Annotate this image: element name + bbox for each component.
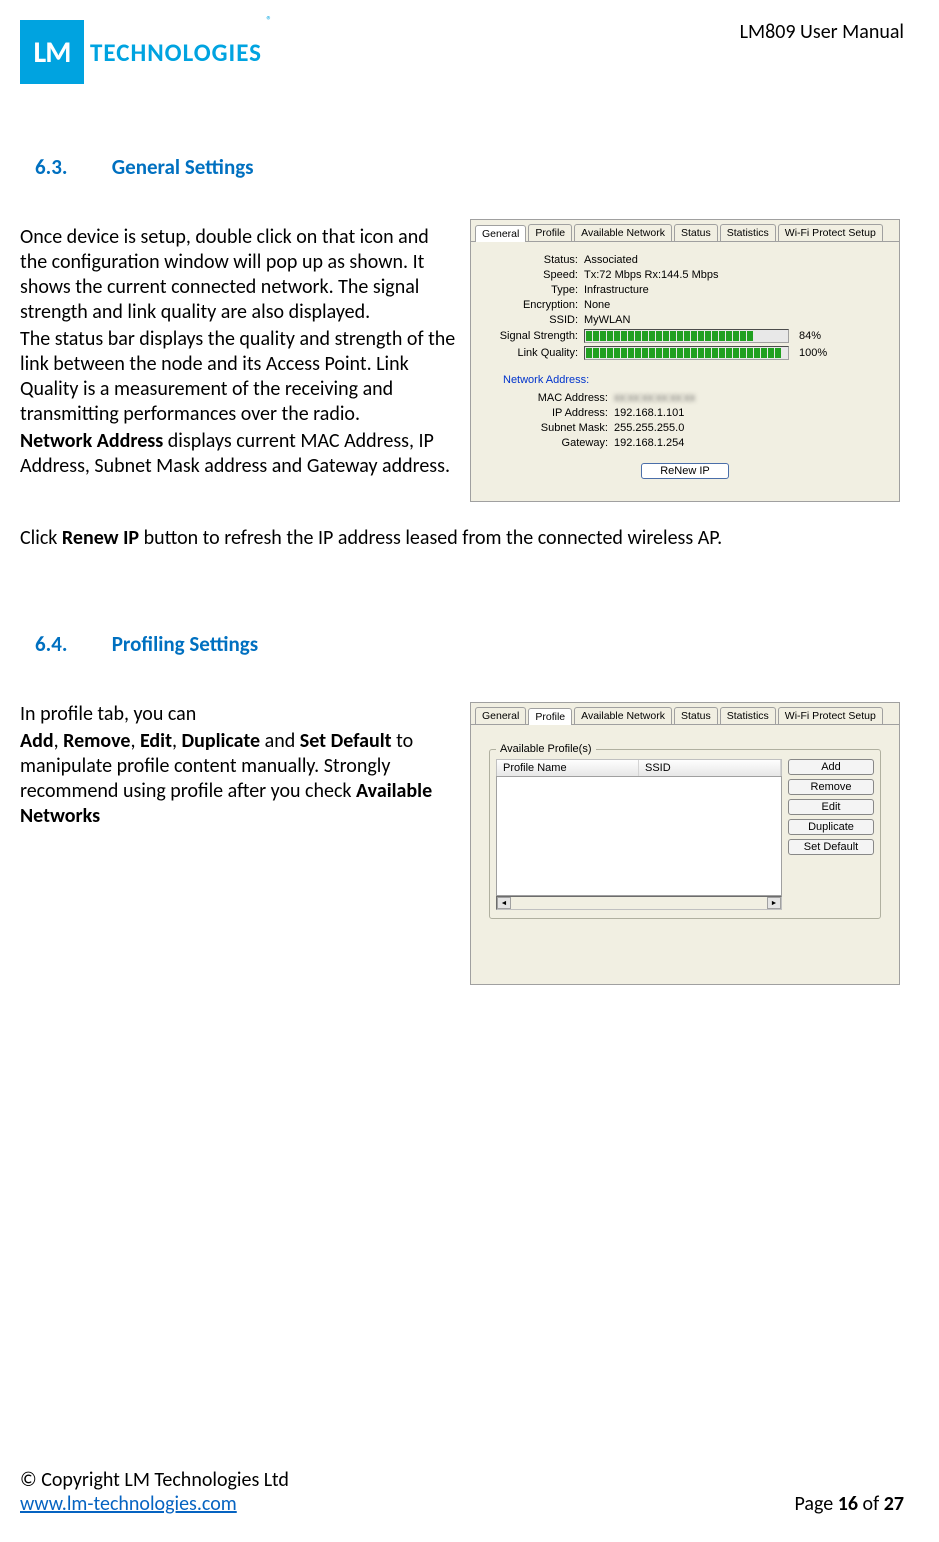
encryption-value: None <box>584 299 610 311</box>
gateway-label: Gateway: <box>513 437 608 449</box>
tab-wps[interactable]: Wi-Fi Protect Setup <box>778 707 883 724</box>
status-value: Associated <box>584 254 638 266</box>
section-64-intro: In profile tab, you can <box>20 702 460 727</box>
section-63-para1: Once device is setup, double click on th… <box>20 225 460 325</box>
copyright: © Copyright LM Technologies Ltd <box>20 1468 289 1492</box>
link-quality-bar <box>584 346 789 360</box>
ip-value: 192.168.1.101 <box>614 407 684 419</box>
set-default-button[interactable]: Set Default <box>788 839 874 855</box>
section-63-para4: Click Renew IP button to refresh the IP … <box>20 526 904 551</box>
type-value: Infrastructure <box>584 284 649 296</box>
column-profile-name[interactable]: Profile Name <box>497 760 639 776</box>
tab-general[interactable]: General <box>475 707 526 724</box>
logo: LM TECHNOLOGIES ® <box>20 20 262 84</box>
profile-list[interactable]: Profile Name SSID ◄ ► <box>496 759 782 910</box>
document-title: LM809 User Manual <box>740 20 904 44</box>
subnet-value: 255.255.255.0 <box>614 422 684 434</box>
speed-value: Tx:72 Mbps Rx:144.5 Mbps <box>584 269 719 281</box>
ssid-label: SSID: <box>483 314 578 326</box>
mac-value: xx:xx:xx:xx:xx:xx <box>614 392 695 404</box>
horizontal-scrollbar[interactable]: ◄ ► <box>496 896 782 910</box>
registered-icon: ® <box>266 14 272 27</box>
renew-ip-button[interactable]: ReNew IP <box>641 463 729 479</box>
encryption-label: Encryption: <box>483 299 578 311</box>
edit-button[interactable]: Edit <box>788 799 874 815</box>
tab-profile[interactable]: Profile <box>528 708 572 725</box>
ssid-value: MyWLAN <box>584 314 630 326</box>
add-button[interactable]: Add <box>788 759 874 775</box>
section-64-body: In profile tab, you can Add, Remove, Edi… <box>20 702 460 831</box>
page-footer: © Copyright LM Technologies Ltd www.lm-t… <box>20 1468 904 1516</box>
link-percent: 100% <box>799 347 827 359</box>
tab-profile[interactable]: Profile <box>528 224 572 241</box>
page-header: LM TECHNOLOGIES ® LM809 User Manual <box>20 20 904 84</box>
duplicate-button[interactable]: Duplicate <box>788 819 874 835</box>
type-label: Type: <box>483 284 578 296</box>
available-profiles-group: Available Profile(s) Profile Name SSID ◄… <box>489 743 881 919</box>
tab-wps[interactable]: Wi-Fi Protect Setup <box>778 224 883 241</box>
available-profiles-legend: Available Profile(s) <box>496 743 596 755</box>
tab-general[interactable]: General <box>475 225 526 242</box>
section-64-para: Add, Remove, Edit, Duplicate and Set Def… <box>20 729 460 829</box>
section-63-heading: 6.3. General Settings <box>35 154 904 180</box>
logo-mark: LM <box>20 20 84 84</box>
tab-status[interactable]: Status <box>674 224 718 241</box>
network-address-title: Network Address: <box>503 374 887 386</box>
section-63-number: 6.3. <box>35 154 107 180</box>
scroll-left-icon[interactable]: ◄ <box>497 897 511 909</box>
section-63-body: Once device is setup, double click on th… <box>20 225 460 481</box>
scroll-right-icon[interactable]: ► <box>767 897 781 909</box>
section-63-para2: The status bar displays the quality and … <box>20 327 460 427</box>
tab-strip: General Profile Available Network Status… <box>471 703 899 724</box>
website-link[interactable]: www.lm-technologies.com <box>20 1492 237 1516</box>
column-ssid[interactable]: SSID <box>639 760 781 776</box>
tab-status[interactable]: Status <box>674 707 718 724</box>
section-63-title: General Settings <box>112 154 254 180</box>
section-63-para3: Network Address displays current MAC Add… <box>20 429 460 479</box>
tab-available-network[interactable]: Available Network <box>574 707 672 724</box>
page-number: Page 16 of 27 <box>795 1492 904 1516</box>
ip-label: IP Address: <box>513 407 608 419</box>
signal-label: Signal Strength: <box>483 330 578 342</box>
remove-button[interactable]: Remove <box>788 779 874 795</box>
mac-label: MAC Address: <box>513 392 608 404</box>
section-64-title: Profiling Settings <box>112 631 258 657</box>
logo-word: TECHNOLOGIES <box>90 40 262 65</box>
tab-available-network[interactable]: Available Network <box>574 224 672 241</box>
section-64-number: 6.4. <box>35 631 107 657</box>
link-label: Link Quality: <box>483 347 578 359</box>
section-64-heading: 6.4. Profiling Settings <box>35 631 904 657</box>
signal-percent: 84% <box>799 330 821 342</box>
tab-statistics[interactable]: Statistics <box>720 224 776 241</box>
gateway-value: 192.168.1.254 <box>614 437 684 449</box>
signal-strength-bar <box>584 329 789 343</box>
tab-statistics[interactable]: Statistics <box>720 707 776 724</box>
subnet-label: Subnet Mask: <box>513 422 608 434</box>
profile-settings-screenshot: General Profile Available Network Status… <box>470 702 900 985</box>
status-label: Status: <box>483 254 578 266</box>
general-settings-screenshot: General Profile Available Network Status… <box>470 219 900 502</box>
speed-label: Speed: <box>483 269 578 281</box>
tab-strip: General Profile Available Network Status… <box>471 220 899 241</box>
